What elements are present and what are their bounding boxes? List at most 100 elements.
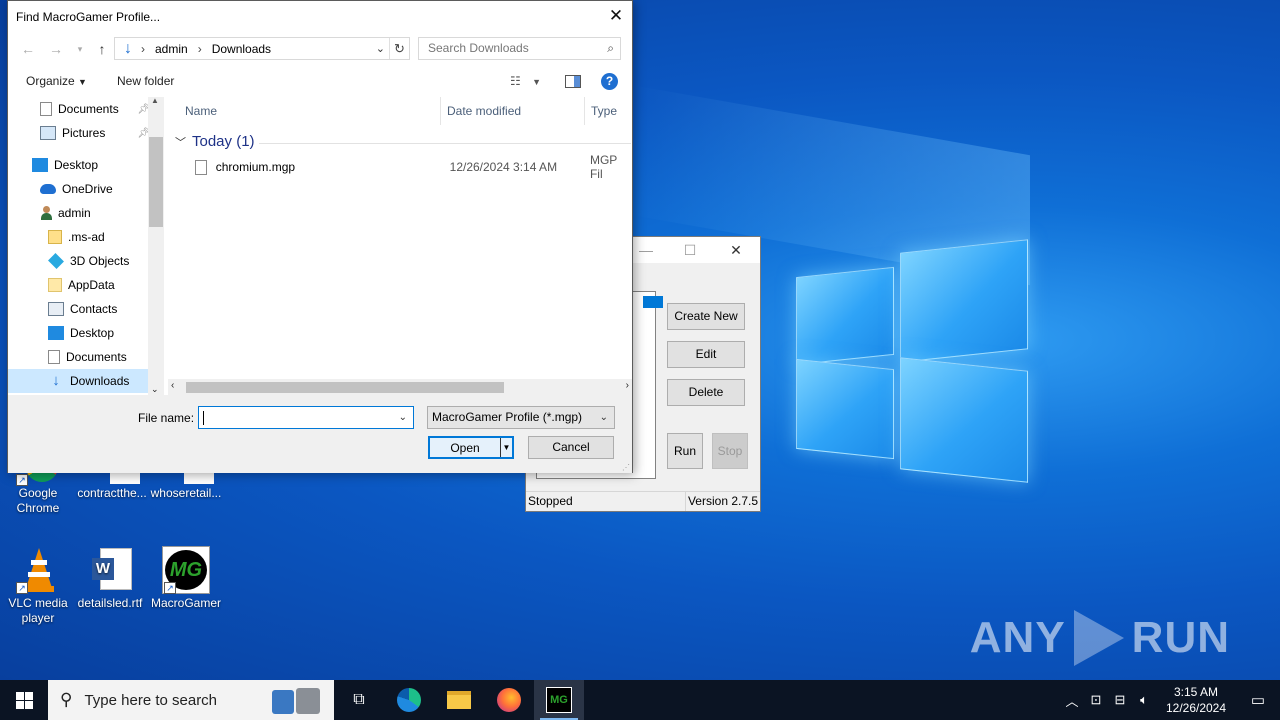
file-list: Name Date modified Type ﹀ Today (1) chro… xyxy=(165,97,632,395)
close-icon[interactable]: ✕ xyxy=(714,239,758,261)
task-view-button[interactable]: ⧉ xyxy=(334,680,384,720)
refresh-icon[interactable]: ↻ xyxy=(389,38,409,59)
selected-profile[interactable] xyxy=(643,296,663,308)
desktop-icon-label: MacroGamer xyxy=(150,596,221,610)
chevron-down-icon: ▼ xyxy=(78,77,87,87)
file-type-select[interactable]: MacroGamer Profile (*.mgp) ⌄ xyxy=(427,406,615,429)
onedrive-cloud-icon xyxy=(40,184,56,194)
scroll-right-icon: › xyxy=(625,380,629,391)
forward-arrow-icon[interactable]: → xyxy=(46,37,66,61)
column-header-name[interactable]: Name xyxy=(165,97,441,125)
resize-grip-icon[interactable]: ⋰ xyxy=(622,463,630,472)
file-icon xyxy=(195,159,207,175)
maximize-icon[interactable]: ☐ xyxy=(668,239,712,261)
scrollbar-thumb[interactable] xyxy=(186,382,504,393)
tree-item-downloads[interactable]: ↓ Downloads xyxy=(8,369,148,393)
macrogamer-icon: MG ↗ xyxy=(162,546,210,594)
chevron-down-icon: ⌄ xyxy=(599,412,608,423)
tree-item-appdata[interactable]: AppData xyxy=(48,273,148,297)
open-file-dialog: Find MacroGamer Profile... ✕ ← → ▾ ↑ ↓ ›… xyxy=(7,0,633,473)
preview-pane-icon[interactable] xyxy=(565,75,581,88)
task-view-icon: ⧉ xyxy=(353,691,365,708)
organize-button[interactable]: Organize ▼ xyxy=(26,74,87,88)
desktop-icon xyxy=(48,326,64,340)
meet-now-icon[interactable]: ⊡ xyxy=(1084,692,1108,708)
desktop-icon-label: whoseretail... xyxy=(150,486,222,500)
tree-item-pictures-pinned[interactable]: Pictures 📌︎ xyxy=(40,121,150,145)
column-header-date-modified[interactable]: Date modified xyxy=(441,97,585,125)
new-folder-button[interactable]: New folder xyxy=(117,74,174,88)
up-arrow-icon[interactable]: ↑ xyxy=(92,37,112,61)
shortcut-arrow-icon: ↗ xyxy=(16,474,28,486)
chevron-down-icon: ⌄ xyxy=(398,412,407,423)
tree-item-admin[interactable]: admin xyxy=(40,201,148,225)
desktop-icon-label: Google Chrome xyxy=(16,486,60,515)
shortcut-arrow-icon: ↗ xyxy=(164,582,176,594)
search-input[interactable]: Search Downloads ⌕ xyxy=(418,37,621,60)
tree-item-documents-pinned[interactable]: Documents 📌︎ xyxy=(40,97,150,121)
back-arrow-icon[interactable]: ← xyxy=(18,37,38,61)
scrollbar-thumb[interactable] xyxy=(149,137,163,227)
file-name-label: File name: xyxy=(138,411,195,425)
breadcrumb-downloads[interactable]: Downloads xyxy=(212,42,271,56)
clock-date: 12/26/2024 xyxy=(1165,701,1227,715)
tree-item-desktop[interactable]: Desktop xyxy=(32,153,148,177)
help-icon[interactable]: ? xyxy=(601,73,618,90)
taskbar-macrogamer[interactable]: MG xyxy=(534,680,584,720)
scroll-left-icon: ‹ xyxy=(171,380,175,391)
stop-button[interactable]: Stop xyxy=(712,433,748,469)
search-icon: ⌕ xyxy=(607,41,614,55)
close-icon[interactable]: ✕ xyxy=(600,1,632,31)
column-header-type[interactable]: Type xyxy=(585,97,632,125)
tree-item-documents[interactable]: Documents xyxy=(48,345,148,369)
notifications-icon[interactable]: ▭ xyxy=(1236,691,1280,709)
edge-icon xyxy=(397,688,421,712)
anyrun-watermark: ANY RUN xyxy=(970,610,1230,666)
desktop-icon-label: contractthe... xyxy=(77,486,147,500)
tree-item-3d-objects[interactable]: 3D Objects xyxy=(48,249,148,273)
open-button[interactable]: Open ▼ xyxy=(428,436,514,459)
file-row[interactable]: chromium.mgp 12/26/2024 3:14 AM MGP Fil xyxy=(185,153,632,181)
taskbar-file-explorer[interactable] xyxy=(434,680,484,720)
edit-button[interactable]: Edit xyxy=(667,341,745,368)
dialog-titlebar[interactable]: Find MacroGamer Profile... ✕ xyxy=(8,1,632,33)
tree-item-desktop-2[interactable]: Desktop xyxy=(48,321,148,345)
downloads-arrow-icon: ↓ xyxy=(52,372,60,389)
open-dropdown-icon: ▼ xyxy=(500,438,512,457)
create-new-button[interactable]: Create New xyxy=(667,303,745,330)
vlc-cone-icon: ↗ xyxy=(14,546,62,594)
documents-icon xyxy=(48,350,60,364)
group-header-today[interactable]: ﹀ Today (1) xyxy=(175,133,631,150)
file-name-input[interactable]: ⌄ xyxy=(198,406,414,429)
taskbar-search-box[interactable]: ⚲ Type here to search xyxy=(48,680,334,720)
scroll-down-icon: ⌄ xyxy=(151,384,159,394)
tree-item-onedrive[interactable]: OneDrive xyxy=(40,177,148,201)
desktop-icon-vlc[interactable]: ↗ VLC media player xyxy=(0,546,76,626)
windows-logo-icon xyxy=(15,691,33,709)
breadcrumb-admin[interactable]: admin xyxy=(155,42,188,56)
taskbar-firefox[interactable] xyxy=(484,680,534,720)
file-list-horizontal-scrollbar[interactable]: ‹ › xyxy=(168,379,632,396)
address-bar[interactable]: ↓ › admin › Downloads ⌄ ↻ xyxy=(114,37,410,60)
search-highlight-icon xyxy=(268,684,328,716)
dialog-footer: File name: ⌄ MacroGamer Profile (*.mgp) … xyxy=(8,395,632,473)
taskbar-edge[interactable] xyxy=(384,680,434,720)
address-dropdown-chevron-icon[interactable]: ⌄ xyxy=(376,42,385,55)
desktop-icon-detailsled[interactable]: W detailsled.rtf xyxy=(72,546,148,611)
show-hidden-icons-chevron-icon[interactable]: ︿ xyxy=(1060,691,1084,710)
desktop-icon-macrogamer[interactable]: MG ↗ MacroGamer xyxy=(148,546,224,611)
cancel-button[interactable]: Cancel xyxy=(528,436,614,459)
volume-icon[interactable]: 🔈︎ xyxy=(1132,692,1156,708)
navigation-scrollbar[interactable]: ▲ ⌄ xyxy=(148,96,164,395)
tree-item-contacts[interactable]: Contacts xyxy=(48,297,148,321)
documents-icon xyxy=(40,102,52,116)
delete-button[interactable]: Delete xyxy=(667,379,745,406)
pictures-icon xyxy=(40,126,56,140)
recent-locations-chevron-icon[interactable]: ▾ xyxy=(70,37,90,61)
run-button[interactable]: Run xyxy=(667,433,703,469)
network-icon[interactable]: ⊟ xyxy=(1108,692,1132,708)
clock[interactable]: 3:15 AM 12/26/2024 xyxy=(1156,684,1236,716)
view-options-icon[interactable]: ☷ ▼ xyxy=(510,74,541,88)
start-button[interactable] xyxy=(0,680,48,720)
tree-item-ms-ad[interactable]: .ms-ad xyxy=(48,225,148,249)
